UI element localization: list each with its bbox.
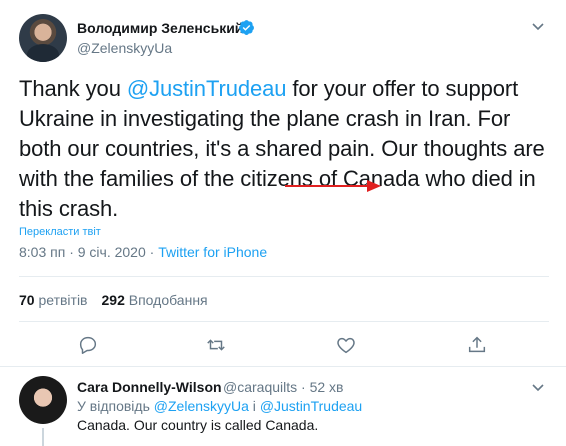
reply-chevron-down-icon[interactable] [530,379,546,395]
reply-text: Canada. Our country is called Canada. [77,417,319,433]
reply-author-handle[interactable]: @caraquilts · 52 хв [223,379,343,395]
tweet-card: Володимир Зеленський @ZelenskyyUa Thank … [0,0,566,446]
avatar[interactable] [19,14,67,62]
divider [0,366,566,367]
chevron-down-icon[interactable] [530,18,546,34]
reply-icon[interactable] [77,334,99,356]
reply-author-name[interactable]: Cara Donnelly-Wilson [77,379,222,395]
divider [19,321,549,322]
mention-link[interactable]: @JustinTrudeau [127,76,287,101]
reply-mention-link[interactable]: @JustinTrudeau [260,398,362,414]
divider [19,276,549,277]
verified-badge-icon [239,20,254,35]
share-icon[interactable] [466,334,488,356]
translate-link[interactable]: Перекласти твіт [19,226,101,238]
thread-line [42,428,44,446]
likes-stat[interactable]: 292 Вподобання [102,292,208,308]
reply-context: У відповідь @ZelenskyyUa і @JustinTrudea… [77,398,363,414]
tweet-text: Thank you @JustinTrudeau for your offer … [19,76,545,221]
author-name[interactable]: Володимир Зеленський [77,20,243,36]
retweets-stat[interactable]: 70 ретвітів [19,292,88,308]
reply-mention-link[interactable]: @ZelenskyyUa [154,398,249,414]
author-handle[interactable]: @ZelenskyyUa [77,40,172,56]
annotation-arrow-icon [285,180,381,192]
tweet-source[interactable]: Twitter for iPhone [158,244,267,260]
tweet-meta: 8:03 пп · 9 січ. 2020 · Twitter for iPho… [19,244,267,260]
retweet-icon[interactable] [205,334,227,356]
tweet-time[interactable]: 8:03 пп · 9 січ. 2020 · [19,244,158,260]
heart-icon[interactable] [335,334,357,356]
reply-avatar[interactable] [19,376,67,424]
tweet-stats: 70 ретвітів 292 Вподобання [19,292,208,308]
